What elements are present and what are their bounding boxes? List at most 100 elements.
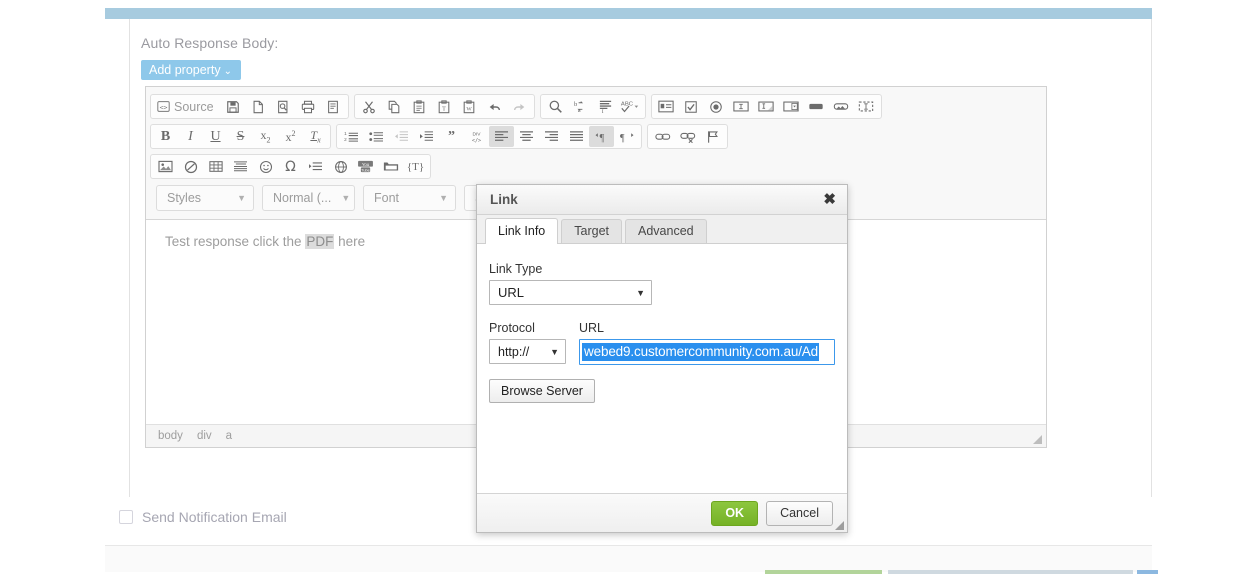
source-button-label: Source: [174, 100, 214, 114]
table-icon: [209, 160, 223, 173]
superscript-button[interactable]: x2: [278, 126, 303, 147]
align-center-button[interactable]: [514, 126, 539, 147]
media-embed-button[interactable]: [378, 156, 403, 177]
smiley-icon: [259, 160, 273, 174]
anchor-button[interactable]: [700, 126, 725, 147]
special-char-button[interactable]: Ω: [278, 156, 303, 177]
find-button[interactable]: [543, 96, 568, 117]
source-button[interactable]: <> Source: [153, 96, 221, 117]
numbered-list-icon: 12: [344, 130, 359, 143]
url-input[interactable]: webed9.customercommunity.com.au/Ad: [579, 339, 835, 365]
copy-button[interactable]: [382, 96, 407, 117]
send-notification-row[interactable]: Send Notification Email: [119, 509, 287, 525]
redo-button[interactable]: [507, 96, 532, 117]
bold-button[interactable]: B: [153, 126, 178, 147]
hidden-field-button[interactable]: [854, 96, 879, 117]
smiley-button[interactable]: [253, 156, 278, 177]
page-break-button[interactable]: [303, 156, 328, 177]
placeholder-button[interactable]: {T}: [403, 156, 428, 177]
link-button[interactable]: [650, 126, 675, 147]
align-right-button[interactable]: [539, 126, 564, 147]
link-icon: [655, 130, 671, 143]
table-button[interactable]: [203, 156, 228, 177]
cancel-button[interactable]: Cancel: [766, 501, 833, 526]
replace-button[interactable]: ba: [568, 96, 593, 117]
indent-button[interactable]: [414, 126, 439, 147]
url-field: URL webed9.customercommunity.com.au/Ad: [579, 321, 835, 365]
tab-target-label: Target: [574, 224, 609, 238]
top-blue-bar: [105, 8, 1152, 19]
paste-button[interactable]: [407, 96, 432, 117]
footer-tertiary-button-edge[interactable]: [1137, 570, 1158, 574]
iframe-button[interactable]: [328, 156, 353, 177]
text-field-button[interactable]: [729, 96, 754, 117]
toolbar-group-insert: Ω YouTube: [150, 154, 431, 179]
textarea-button[interactable]: [754, 96, 779, 117]
underline-button[interactable]: U: [203, 126, 228, 147]
new-page-button[interactable]: [246, 96, 271, 117]
preview-button[interactable]: [271, 96, 296, 117]
rtl-button[interactable]: ¶: [614, 126, 639, 147]
strike-button[interactable]: S: [228, 126, 253, 147]
numbered-list-button[interactable]: 12: [339, 126, 364, 147]
elements-path-a[interactable]: a: [226, 430, 232, 442]
font-combo[interactable]: Font ▼: [363, 185, 456, 211]
paragraph-format-combo[interactable]: Normal (... ▼: [262, 185, 355, 211]
source-icon: <>: [157, 100, 170, 113]
close-icon[interactable]: ✖: [823, 192, 836, 207]
select-field-button[interactable]: [779, 96, 804, 117]
elements-path-div[interactable]: div: [197, 430, 212, 442]
templates-button[interactable]: [321, 96, 346, 117]
text-field-icon: [733, 100, 749, 113]
button-field-button[interactable]: [804, 96, 829, 117]
bulleted-list-button[interactable]: [364, 126, 389, 147]
undo-button[interactable]: [482, 96, 507, 117]
flash-button[interactable]: [178, 156, 203, 177]
ok-button[interactable]: OK: [711, 501, 758, 526]
tab-advanced[interactable]: Advanced: [625, 219, 707, 243]
form-button[interactable]: [654, 96, 679, 117]
link-type-select[interactable]: URL ▼: [489, 280, 652, 305]
footer-primary-button-edge[interactable]: [765, 570, 882, 574]
editor-resize-handle[interactable]: [1033, 435, 1042, 444]
underline-icon: U: [210, 129, 220, 145]
link-dialog-titlebar[interactable]: Link ✖: [477, 185, 847, 215]
subscript-button[interactable]: x2: [253, 126, 278, 147]
italic-button[interactable]: I: [178, 126, 203, 147]
youtube-button[interactable]: YouTube: [353, 156, 378, 177]
image-button[interactable]: [153, 156, 178, 177]
image-button-button[interactable]: [829, 96, 854, 117]
paste-as-text-button[interactable]: T: [432, 96, 457, 117]
save-button[interactable]: [221, 96, 246, 117]
tab-target[interactable]: Target: [561, 219, 622, 243]
align-left-button[interactable]: [489, 126, 514, 147]
radio-button[interactable]: [704, 96, 729, 117]
spellcheck-button[interactable]: ABC: [618, 96, 643, 117]
unlink-button[interactable]: [675, 126, 700, 147]
elements-path-body[interactable]: body: [158, 430, 183, 442]
create-div-button[interactable]: DIV</>: [464, 126, 489, 147]
outdent-button[interactable]: [389, 126, 414, 147]
remove-format-button[interactable]: Tx: [303, 126, 328, 147]
horizontal-rule-button[interactable]: [228, 156, 253, 177]
align-justify-button[interactable]: [564, 126, 589, 147]
footer-secondary-button-edge[interactable]: [888, 570, 1133, 574]
tab-link-info[interactable]: Link Info: [485, 218, 558, 244]
checkbox-button[interactable]: [679, 96, 704, 117]
chevron-down-icon: ▼: [341, 193, 350, 203]
select-all-button[interactable]: I: [593, 96, 618, 117]
print-button[interactable]: [296, 96, 321, 117]
ltr-button[interactable]: ¶: [589, 126, 614, 147]
cut-button[interactable]: [357, 96, 382, 117]
paste-from-word-button[interactable]: W: [457, 96, 482, 117]
indent-icon: [419, 130, 434, 143]
styles-combo[interactable]: Styles ▼: [156, 185, 254, 211]
add-property-dropdown[interactable]: Add property⌄: [141, 60, 241, 80]
new-page-icon: [251, 100, 265, 114]
blockquote-button[interactable]: ”: [439, 126, 464, 147]
protocol-select[interactable]: http:// ▼: [489, 339, 566, 364]
browse-server-button[interactable]: Browse Server: [489, 379, 595, 403]
chevron-down-icon: ▼: [550, 347, 559, 357]
dialog-resize-handle[interactable]: [835, 521, 844, 530]
send-notification-checkbox[interactable]: [119, 510, 133, 524]
